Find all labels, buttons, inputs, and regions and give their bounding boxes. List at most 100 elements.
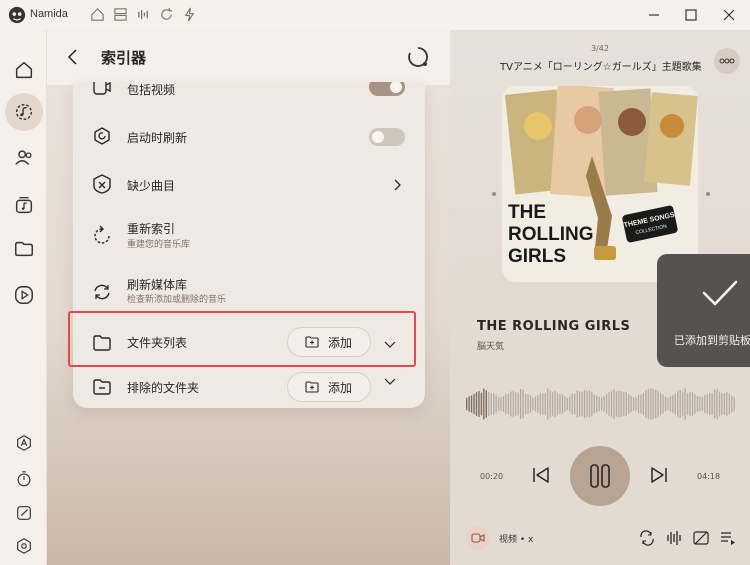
waveform-bar — [682, 391, 684, 417]
setting-refresh-on-startup[interactable]: 启动时刷新 — [73, 117, 425, 157]
track-count: 3/42 — [591, 44, 609, 53]
refresh-on-startup-toggle[interactable] — [369, 128, 405, 146]
setting-label: 包括视频 — [127, 83, 176, 97]
video-icon — [93, 82, 111, 95]
equalizer-icon[interactable] — [665, 529, 683, 547]
waveform-bar — [539, 392, 541, 416]
waveform-bar — [652, 388, 654, 420]
queue-icon[interactable] — [719, 529, 737, 547]
waveform-bar — [596, 395, 598, 413]
decor-dot — [492, 192, 496, 196]
reindex-icon — [94, 225, 110, 244]
album-title[interactable]: TVアニメ「ローリング☆ガールズ」主題歌集 — [500, 58, 702, 73]
back-arrow-icon[interactable] — [63, 47, 83, 67]
waveform-bar — [637, 394, 640, 414]
waveform-bar — [679, 389, 681, 419]
waveform-bar — [480, 392, 483, 416]
setting-folders-list[interactable]: 文件夹列表 添加 — [73, 320, 425, 366]
no-video-icon[interactable] — [692, 529, 710, 547]
waveform-bar — [578, 391, 581, 417]
setting-include-videos[interactable]: 包括视频 — [73, 82, 425, 112]
next-track-icon[interactable] — [648, 464, 670, 486]
waveform-bar — [650, 387, 652, 421]
waveform-bar — [522, 389, 524, 419]
waveform-seekbar[interactable] — [466, 386, 736, 422]
folder-icon — [15, 241, 33, 257]
setting-label: 重新索引 — [127, 222, 176, 236]
waveform-bar — [645, 389, 647, 419]
nav-home[interactable] — [8, 54, 40, 86]
repeat-icon[interactable] — [638, 529, 656, 547]
nav-timer[interactable] — [13, 468, 35, 490]
waveform-bar — [608, 391, 610, 417]
refresh-library-icon — [94, 284, 110, 300]
waveform-bar — [640, 394, 642, 414]
refresh-icon[interactable] — [159, 7, 174, 22]
lightning-icon[interactable] — [182, 7, 197, 22]
chevron-down-icon[interactable] — [383, 376, 397, 386]
setting-excluded-folders[interactable]: 排除的文件夹 添加 — [73, 366, 425, 408]
waveform-bar — [512, 390, 514, 418]
more-options-button[interactable] — [714, 48, 740, 74]
setting-description: 检查新添加或删除的音乐 — [127, 295, 227, 305]
nav-edit[interactable] — [13, 502, 35, 524]
waveform-bar — [598, 396, 600, 412]
decor-dot — [706, 192, 710, 196]
cover-title-line1: THE — [508, 202, 546, 223]
waveform-bar — [662, 394, 664, 414]
edit-icon — [17, 506, 31, 520]
layers-icon[interactable] — [113, 7, 128, 22]
setting-missing-tracks[interactable]: 缺少曲目 — [73, 165, 425, 205]
setting-refresh-library[interactable]: 刷新媒体库 检查新添加或删除的音乐 — [73, 270, 425, 316]
nav-translate[interactable] — [13, 432, 35, 454]
song-title[interactable]: THE ROLLING GIRLS — [477, 319, 630, 334]
minimize-icon[interactable] — [645, 6, 663, 24]
waveform-bar — [497, 396, 500, 412]
chevron-right-icon — [394, 179, 401, 191]
waveform-bar — [556, 392, 559, 416]
waveform-bar — [657, 390, 659, 418]
waveform-bar — [664, 396, 667, 412]
nav-music-library[interactable] — [8, 189, 40, 221]
waveform-bar — [524, 393, 527, 415]
waveform-bar — [534, 396, 537, 412]
waveform-bar — [583, 389, 586, 419]
play-pause-button[interactable] — [570, 446, 630, 506]
close-icon[interactable] — [720, 6, 738, 24]
previous-track-icon[interactable] — [530, 464, 552, 486]
more-icon — [719, 58, 735, 64]
waveform-bar — [706, 393, 708, 415]
waveform-bar — [623, 391, 625, 417]
setting-reindex[interactable]: 重新索引 重建您的音乐库 — [73, 214, 425, 260]
play-circle-icon — [15, 286, 33, 304]
nav-indexer[interactable] — [5, 93, 43, 131]
equalizer-icon[interactable] — [136, 7, 151, 22]
album-cover[interactable]: THEME SONGS COLLECTION THE ROLLING GIRLS — [502, 86, 698, 282]
chevron-down-icon[interactable] — [383, 339, 397, 349]
folder-icon — [93, 335, 111, 351]
waveform-bar — [532, 397, 534, 411]
player-bottom-bar: 视频 • x — [466, 526, 750, 550]
home-icon[interactable] — [90, 7, 105, 22]
waveform-bar — [709, 392, 711, 416]
checkmark-icon — [702, 280, 738, 306]
namida-logo-icon — [8, 6, 26, 24]
timer-icon — [17, 471, 31, 487]
add-folder-button[interactable]: 添加 — [287, 327, 371, 357]
nav-settings[interactable] — [13, 535, 35, 557]
waveform-bar — [625, 391, 627, 417]
video-source-button[interactable] — [466, 526, 490, 550]
waveform-bar — [723, 392, 726, 416]
nav-videos[interactable] — [8, 279, 40, 311]
nav-users[interactable] — [8, 142, 40, 174]
maximize-icon[interactable] — [682, 6, 700, 24]
add-excluded-folder-button[interactable]: 添加 — [287, 372, 371, 402]
waveform-bar — [593, 394, 595, 414]
include-videos-toggle[interactable] — [369, 82, 405, 96]
nav-folders[interactable] — [8, 233, 40, 265]
waveform-bar — [475, 392, 478, 416]
song-artist[interactable]: 脳天気 — [477, 339, 504, 352]
waveform-bar — [473, 393, 475, 415]
clipboard-toast: 已添加到剪贴板 — [657, 254, 750, 367]
waveform-bar — [726, 391, 728, 417]
